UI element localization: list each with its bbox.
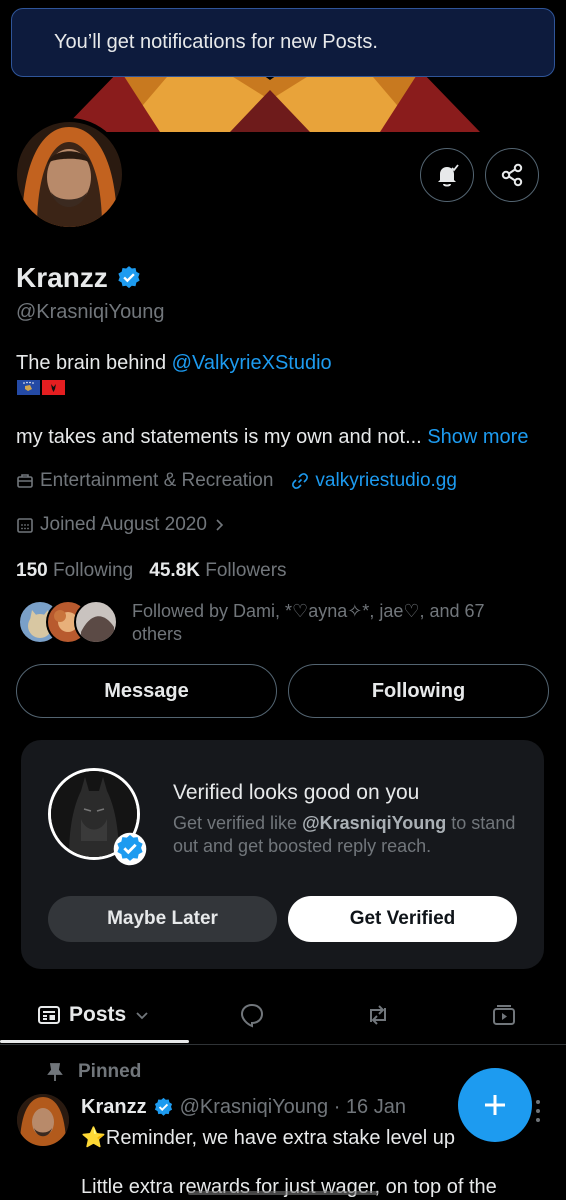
- compose-post-button[interactable]: [458, 1068, 532, 1142]
- chevron-down-icon: [136, 1012, 148, 1020]
- message-button[interactable]: Message: [16, 664, 277, 718]
- tabs-divider: [0, 1044, 566, 1045]
- notifications-bell-button[interactable]: [420, 148, 474, 202]
- tab-reposts[interactable]: [365, 990, 391, 1040]
- share-button[interactable]: [485, 148, 539, 202]
- profile-handle: @KrasniqiYoung: [16, 301, 165, 323]
- following-stat[interactable]: 150 Following: [16, 560, 133, 582]
- promo-subtitle: Get verified like @KrasniqiYoung to stan…: [173, 813, 516, 856]
- verified-promo-card: Verified looks good on you Get verified …: [21, 740, 544, 969]
- verified-badge-icon: [154, 1097, 172, 1116]
- follower-avatar: [74, 600, 118, 644]
- following-button[interactable]: Following: [288, 664, 549, 718]
- tab-posts[interactable]: Posts: [37, 990, 150, 1040]
- pin-icon: [47, 1063, 63, 1081]
- profile-name: Kranzz: [16, 262, 142, 294]
- chevron-right-icon: [216, 519, 224, 531]
- profile-tabs: Posts: [0, 990, 566, 1044]
- bio-prefix: The brain behind: [16, 352, 172, 374]
- tab-posts-label: Posts: [69, 1003, 127, 1026]
- active-tab-indicator: [0, 1040, 189, 1043]
- verified-badge-icon[interactable]: [116, 265, 142, 291]
- plus-icon: [485, 1095, 505, 1115]
- get-verified-button[interactable]: Get Verified: [288, 896, 517, 942]
- bio-flags: [17, 380, 65, 395]
- briefcase-icon: [17, 474, 33, 488]
- pinned-text: Pinned: [78, 1061, 142, 1082]
- bio-line: The brain behind @ValkyrieXStudio: [16, 352, 332, 375]
- notification-toast: You’ll get notifications for new Posts.: [11, 8, 555, 77]
- followers-stat[interactable]: 45.8K Followers: [149, 560, 286, 582]
- avatar-image: [17, 122, 122, 227]
- promo-title: Verified looks good on you: [173, 781, 420, 804]
- joined-row[interactable]: Joined August 2020: [16, 514, 227, 536]
- bio-more-line: my takes and statements is my own and no…: [16, 426, 528, 449]
- posts-icon: [38, 1006, 60, 1024]
- albania-flag-icon: [42, 380, 65, 395]
- kosovo-flag-icon: [17, 380, 40, 395]
- tab-replies[interactable]: [239, 990, 265, 1040]
- maybe-later-button[interactable]: Maybe Later: [48, 896, 277, 942]
- post-header: Kranzz @KrasniqiYoung · 16 Jan: [81, 1096, 406, 1119]
- followed-by-row[interactable]: Followed by Dami, *♡ayna✧*, jae♡, and 67…: [18, 600, 512, 646]
- verified-badge-icon: [113, 832, 147, 866]
- joined-text: Joined August 2020: [40, 514, 207, 535]
- pinned-label: Pinned: [46, 1061, 141, 1083]
- link-icon: [292, 473, 309, 489]
- bio-mention-link[interactable]: @ValkyrieXStudio: [172, 352, 332, 374]
- category-text: Entertainment & Recreation: [40, 470, 274, 491]
- post-text-line: Little extra rewards for just wager, on …: [81, 1176, 497, 1198]
- calendar-icon: [17, 518, 33, 533]
- bell-check-icon: [438, 164, 459, 187]
- post-avatar-image: [17, 1094, 69, 1146]
- profile-name-text: Kranzz: [16, 262, 108, 293]
- follow-stats: 150 Following 45.8K Followers: [16, 560, 287, 582]
- tab-media[interactable]: [491, 990, 517, 1040]
- profile-avatar[interactable]: [13, 118, 126, 231]
- reply-bubble-icon: [240, 1003, 264, 1028]
- toast-text: You’ll get notifications for new Posts.: [54, 31, 378, 53]
- followed-by-text: Followed by Dami, *♡ayna✧*, jae♡, and 67…: [132, 601, 485, 644]
- post-handle-date: @KrasniqiYoung · 16 Jan: [179, 1096, 406, 1118]
- post-author-avatar[interactable]: [17, 1094, 69, 1146]
- bio-more-text: my takes and statements is my own and no…: [16, 426, 422, 448]
- share-icon: [501, 163, 523, 187]
- media-video-icon: [493, 1005, 515, 1025]
- post-more-menu-icon[interactable]: [535, 1100, 541, 1122]
- website-link[interactable]: valkyriestudio.gg: [315, 470, 457, 492]
- profile-meta-row: Entertainment & Recreation valkyriestudi…: [16, 470, 457, 492]
- home-indicator: [188, 1191, 378, 1195]
- show-more-link[interactable]: Show more: [427, 426, 528, 448]
- repost-icon: [370, 1005, 386, 1025]
- post-text-line: ⭐Reminder, we have extra stake level up: [81, 1127, 455, 1149]
- post-author-name[interactable]: Kranzz: [81, 1096, 147, 1119]
